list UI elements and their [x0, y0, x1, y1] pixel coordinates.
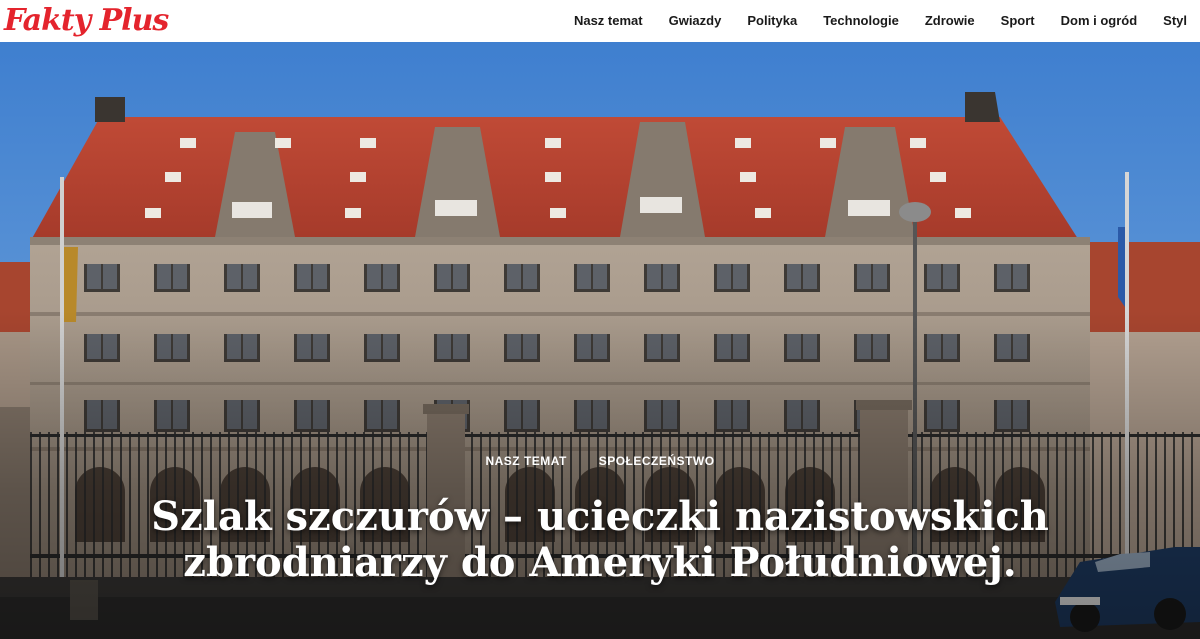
nav-item-nasz-temat[interactable]: Nasz temat [574, 13, 643, 28]
site-header: Fakty Plus Nasz temat Gwiazdy Polityka T… [0, 0, 1200, 42]
main-nav: Nasz temat Gwiazdy Polityka Technologie … [574, 0, 1187, 40]
article-title-line1: Szlak szczurów – ucieczki nazistowskich [151, 493, 1049, 540]
hero-section[interactable]: NASZ TEMAT SPOŁECZEŃSTWO Szlak szczurów … [0, 42, 1200, 639]
nav-item-technologie[interactable]: Technologie [823, 13, 899, 28]
article-title-line2: zbrodniarzy do Ameryki Południowej. [183, 539, 1017, 586]
category-link-spoleczenstwo[interactable]: SPOŁECZEŃSTWO [599, 454, 715, 468]
nav-item-zdrowie[interactable]: Zdrowie [925, 13, 975, 28]
nav-item-gwiazdy[interactable]: Gwiazdy [669, 13, 722, 28]
article-title[interactable]: Szlak szczurów – ucieczki nazistowskich … [100, 494, 1100, 586]
nav-item-polityka[interactable]: Polityka [747, 13, 797, 28]
article-categories: NASZ TEMAT SPOŁECZEŃSTWO [0, 454, 1200, 468]
nav-item-styl[interactable]: Styl [1163, 13, 1187, 28]
nav-item-dom-i-ogrod[interactable]: Dom i ogród [1061, 13, 1138, 28]
site-logo[interactable]: Fakty Plus [4, 2, 169, 40]
nav-item-sport[interactable]: Sport [1001, 13, 1035, 28]
category-link-nasz-temat[interactable]: NASZ TEMAT [485, 454, 566, 468]
